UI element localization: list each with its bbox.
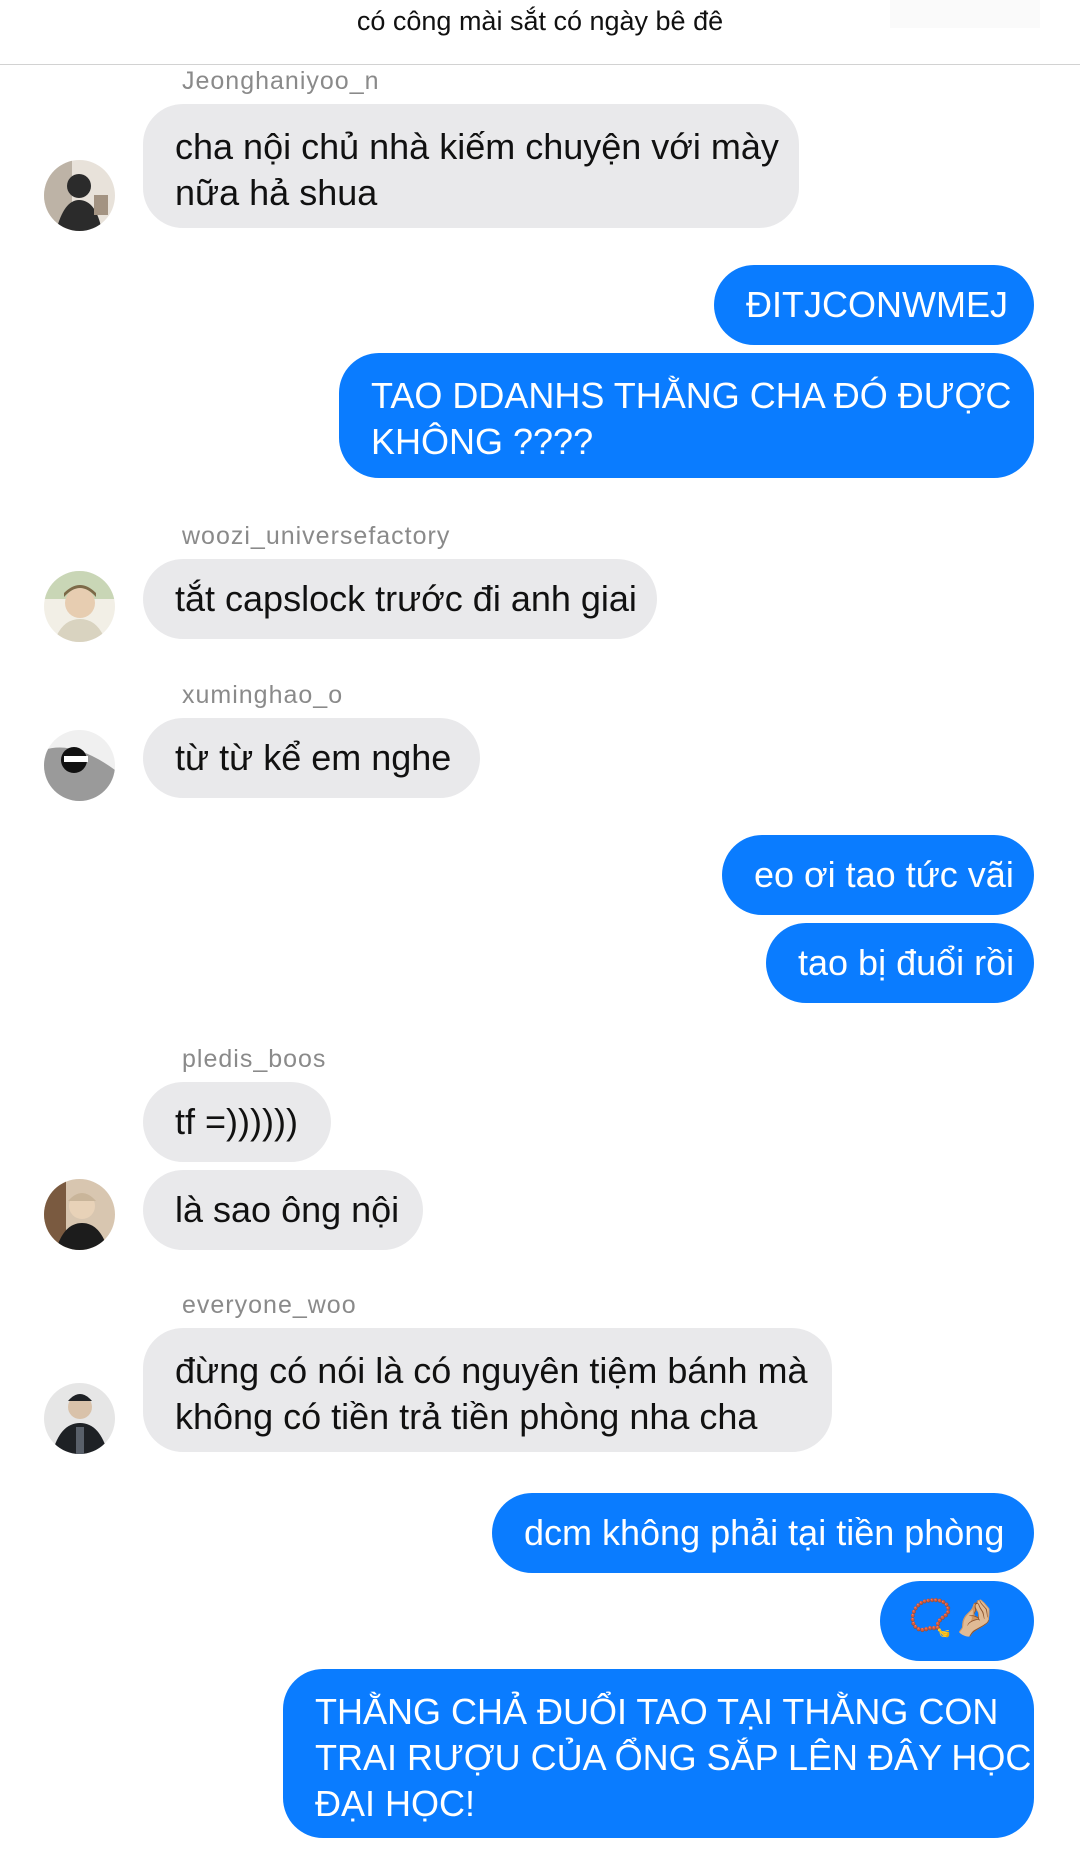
message-text: tao bị đuổi rồi [798, 942, 1015, 983]
username-label[interactable]: Jeonghaniyoo_n [182, 67, 380, 96]
message-bubble-outgoing[interactable]: tao bị đuổi rồi [766, 923, 1034, 1003]
message-text: tf =)))))) [175, 1101, 298, 1142]
message-bubble-outgoing[interactable]: dcm không phải tại tiền phòng [492, 1493, 1034, 1573]
message-text: tắt capslock trước đi anh giai [175, 578, 637, 619]
message-text: dcm không phải tại tiền phòng [524, 1512, 1005, 1553]
message-bubble-outgoing[interactable]: 📿🤌🏼 [880, 1581, 1034, 1661]
username-label[interactable]: everyone_woo [182, 1291, 357, 1320]
message-bubble-incoming[interactable]: đừng có nói là có nguyên tiệm bánh mà kh… [143, 1328, 832, 1452]
message-text-line: không có tiền trả tiền phòng nha cha [175, 1396, 758, 1437]
emoji-message: 📿🤌🏼 [908, 1597, 998, 1638]
header-decoration [890, 0, 1040, 28]
message-text: ĐITJCONWMEJ [746, 284, 1008, 325]
message-text-line: đừng có nói là có nguyên tiệm bánh mà [175, 1350, 808, 1391]
message-bubble-outgoing[interactable]: TAO DDANHS THẰNG CHA ĐÓ ĐƯỢC KHÔNG ???? [339, 353, 1034, 478]
avatar-image [44, 571, 115, 642]
message-bubble-incoming[interactable]: tắt capslock trước đi anh giai [143, 559, 657, 639]
message-bubble-incoming[interactable]: là sao ông nội [143, 1170, 423, 1250]
message-bubble-outgoing[interactable]: ĐITJCONWMEJ [714, 265, 1034, 345]
avatar[interactable] [44, 1383, 115, 1454]
username-label[interactable]: xuminghao_o [182, 681, 343, 710]
message-text-line: TRAI RƯỢU CỦA ỔNG SẮP LÊN ĐÂY HỌC [315, 1737, 1032, 1778]
message-text-line: cha nội chủ nhà kiếm chuyện với mày [175, 126, 779, 167]
message-text-line: THẰNG CHẢ ĐUỔI TAO TẠI THẰNG CON [315, 1691, 999, 1732]
avatar[interactable] [44, 160, 115, 231]
username-label[interactable]: woozi_universefactory [182, 522, 450, 551]
avatar[interactable] [44, 571, 115, 642]
avatar[interactable] [44, 1179, 115, 1250]
message-text: eo ơi tao tức vãi [754, 854, 1014, 895]
avatar-image [44, 160, 115, 231]
message-bubble-incoming[interactable]: tf =)))))) [143, 1082, 331, 1162]
message-text-line: KHÔNG ???? [371, 421, 594, 462]
username-label[interactable]: pledis_boos [182, 1045, 326, 1074]
avatar-image [44, 1383, 115, 1454]
message-bubble-outgoing[interactable]: THẰNG CHẢ ĐUỔI TAO TẠI THẰNG CON TRAI RƯ… [283, 1669, 1034, 1838]
message-bubble-outgoing[interactable]: eo ơi tao tức vãi [722, 835, 1034, 915]
avatar[interactable] [44, 730, 115, 801]
message-bubble-incoming[interactable]: cha nội chủ nhà kiếm chuyện với mày nữa … [143, 104, 799, 228]
message-text: từ từ kể em nghe [175, 737, 452, 778]
avatar-image [44, 730, 115, 801]
chat-header: có công mài sắt có ngày bê đê [0, 0, 1080, 65]
message-text: là sao ông nội [175, 1189, 400, 1230]
message-bubble-incoming[interactable]: từ từ kể em nghe [143, 718, 480, 798]
avatar-image [44, 1179, 115, 1250]
message-text-line: nữa hả shua [175, 172, 378, 213]
message-text-line: ĐẠI HỌC! [315, 1783, 476, 1824]
message-text-line: TAO DDANHS THẰNG CHA ĐÓ ĐƯỢC [371, 375, 1012, 416]
